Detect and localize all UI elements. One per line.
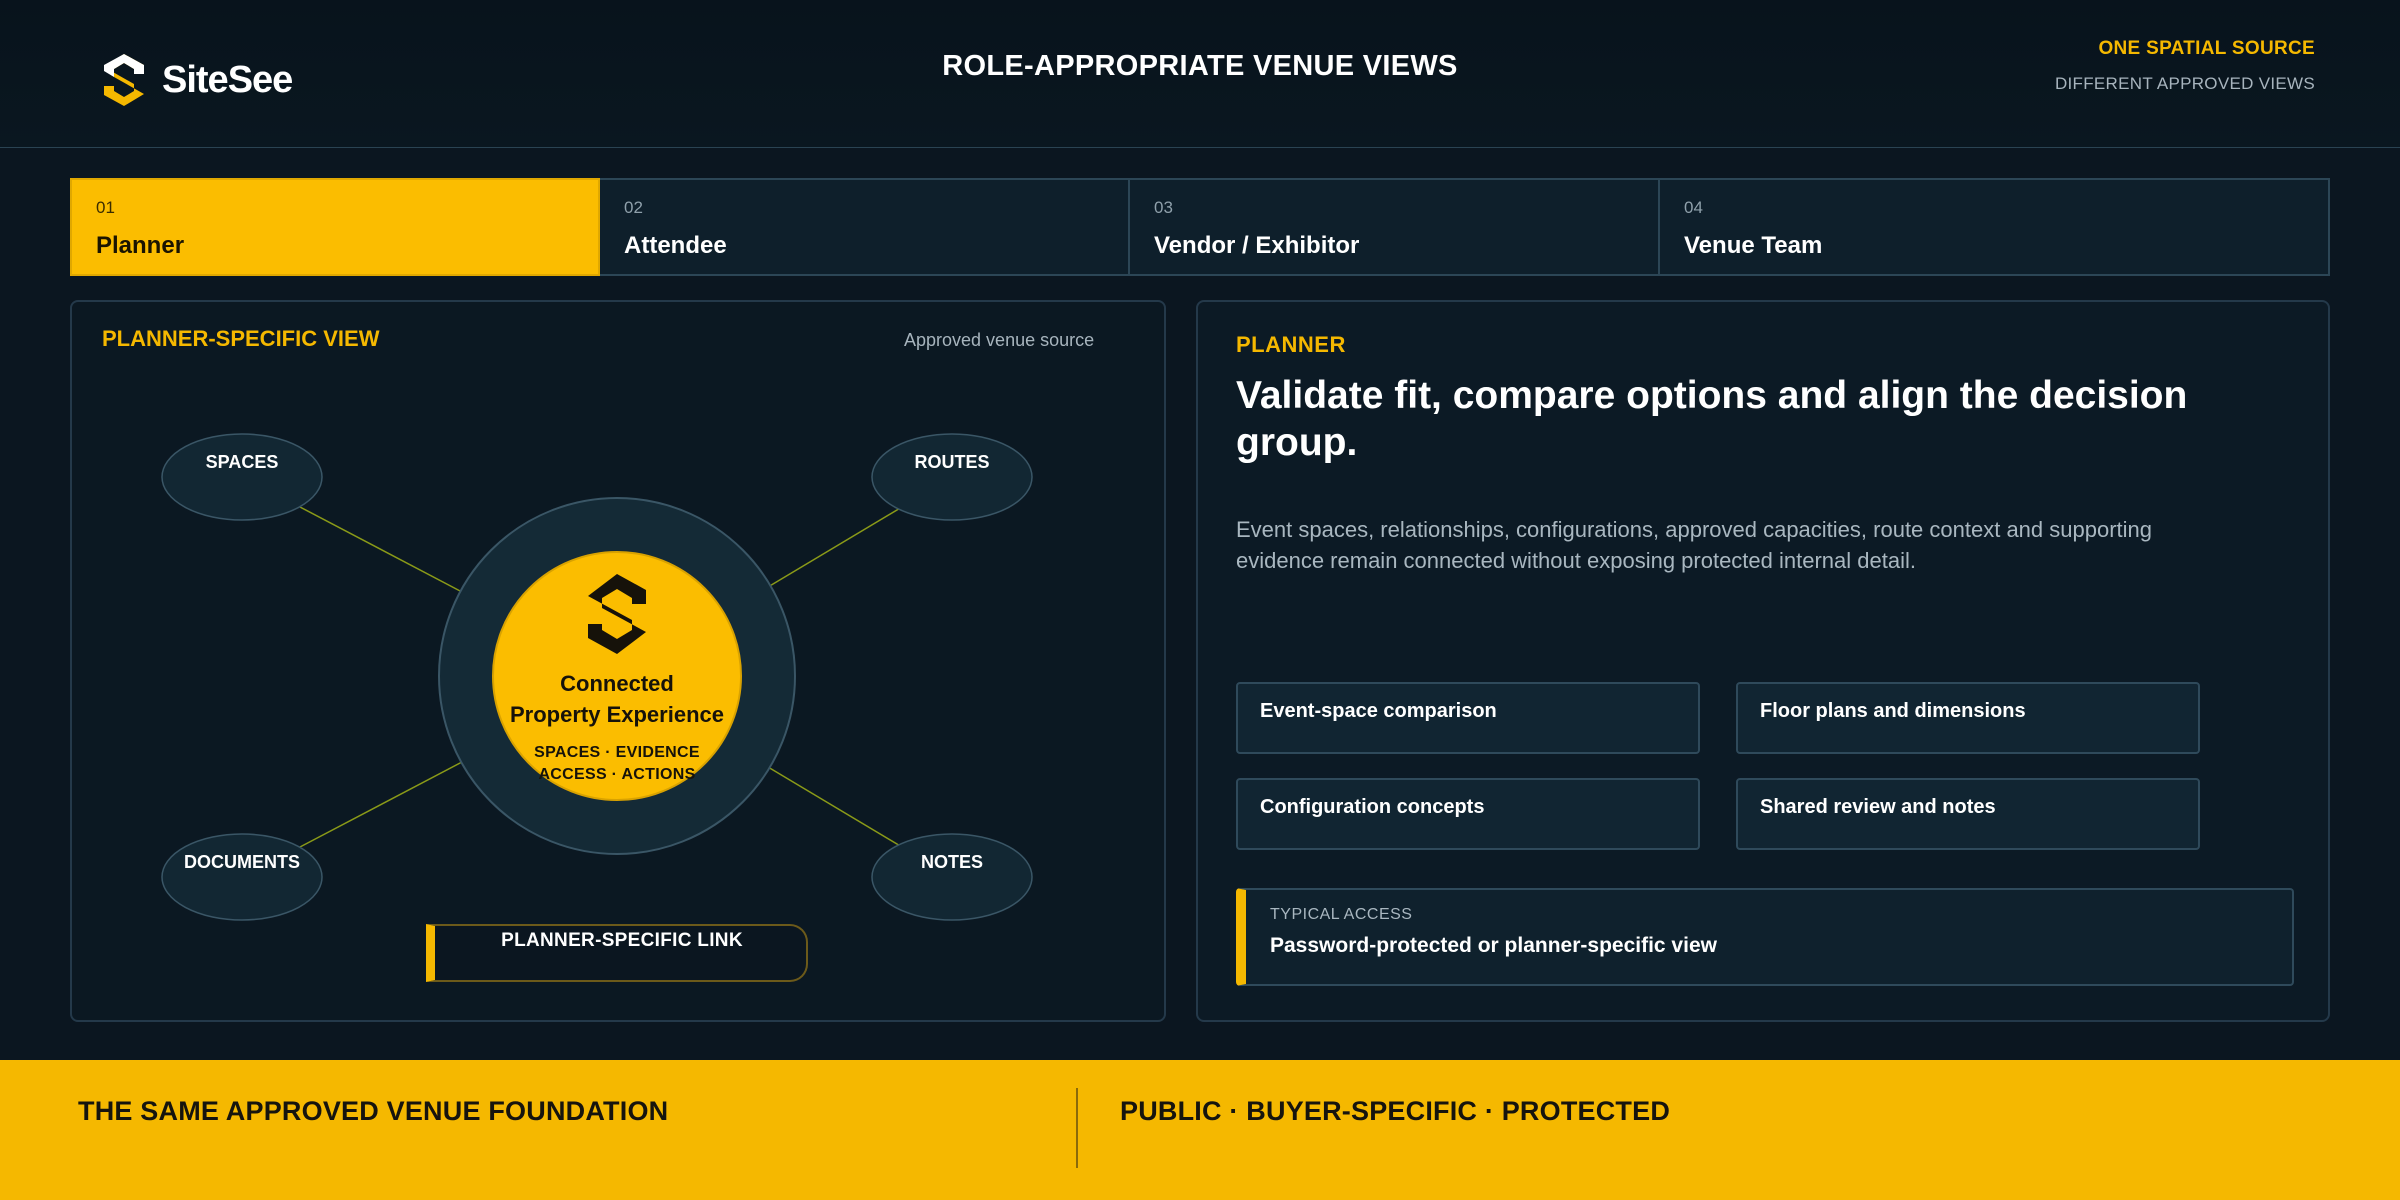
- tab-number: 03: [1154, 198, 1173, 217]
- typical-access-box: TYPICAL ACCESS Password-protected or pla…: [1236, 888, 2294, 986]
- tab-attendee[interactable]: 02 Attendee: [600, 178, 1130, 276]
- connector-spaces: [299, 506, 463, 593]
- role-detail-panel: PLANNER Validate fit, compare options an…: [1196, 300, 2330, 1022]
- node-label-spaces: SPACES: [205, 452, 279, 472]
- connector-routes: [767, 506, 903, 588]
- app-header: SiteSee ROLE-APPROPRIATE VENUE VIEWS ONE…: [0, 0, 2400, 148]
- hub-sub-line2: ACCESS · ACTIONS: [538, 766, 696, 783]
- hub-title: Connected Property Experience: [482, 668, 752, 730]
- tab-label: Venue Team: [1684, 232, 1823, 259]
- role-tabs: 01 Planner 02 Attendee 03 Vendor / Exhib…: [70, 178, 2330, 276]
- role-heading: Validate fit, compare options and align …: [1236, 374, 2188, 464]
- tab-label: Attendee: [624, 232, 727, 259]
- node-documents[interactable]: [161, 833, 323, 921]
- hub-subtitle: SPACES · EVIDENCE ACCESS · ACTIONS: [482, 742, 752, 786]
- hub-logo-icon: [588, 574, 646, 654]
- feature-card: Event-space comparison: [1236, 682, 1700, 754]
- connection-diagram: [161, 433, 1033, 921]
- tab-number: 02: [624, 198, 643, 217]
- node-routes[interactable]: [871, 433, 1033, 521]
- node-spaces[interactable]: [161, 433, 323, 521]
- tab-label: Vendor / Exhibitor: [1154, 232, 1360, 259]
- tagline-secondary: DIFFERENT APPROVED VIEWS: [2054, 74, 2315, 93]
- node-notes[interactable]: [871, 833, 1033, 921]
- page-title: ROLE-APPROPRIATE VENUE VIEWS: [942, 50, 1458, 82]
- connector-notes: [767, 766, 903, 848]
- hub-title-line1: Connected: [560, 671, 674, 696]
- planner-link-label: PLANNER-SPECIFIC LINK: [501, 930, 743, 951]
- planner-view-panel: PLANNER-SPECIFIC VIEW Approved venue sou…: [70, 300, 1166, 1022]
- connector-documents: [299, 761, 463, 848]
- hub-sub-line1: SPACES · EVIDENCE: [534, 744, 700, 761]
- header-tagline: ONE SPATIAL SOURCE DIFFERENT APPROVED VI…: [2055, 38, 2315, 94]
- footer-access-levels: PUBLIC · BUYER-SPECIFIC · PROTECTED: [1120, 1096, 1671, 1126]
- footer-banner: THE SAME APPROVED VENUE FOUNDATION PUBLI…: [0, 1060, 2400, 1200]
- tab-venue-team[interactable]: 04 Venue Team: [1660, 178, 2330, 276]
- tagline-primary: ONE SPATIAL SOURCE: [2098, 38, 2315, 59]
- tab-planner[interactable]: 01 Planner: [70, 178, 600, 276]
- tab-number: 01: [96, 198, 115, 217]
- access-label: TYPICAL ACCESS: [1270, 906, 1413, 923]
- role-description: Event spaces, relationships, configurati…: [1236, 517, 2152, 573]
- role-eyebrow: PLANNER: [1236, 332, 1346, 357]
- feature-card: Floor plans and dimensions: [1736, 682, 2200, 754]
- hub-title-line2: Property Experience: [510, 702, 724, 727]
- panel-title: PLANNER-SPECIFIC VIEW: [102, 326, 380, 351]
- node-label-notes: NOTES: [920, 852, 983, 872]
- footer-statement: THE SAME APPROVED VENUE FOUNDATION: [78, 1096, 669, 1126]
- feature-card: Configuration concepts: [1236, 778, 1700, 850]
- access-value: Password-protected or planner-specific v…: [1270, 934, 1717, 957]
- tab-label: Planner: [96, 232, 185, 259]
- footer-divider: [1076, 1088, 1078, 1168]
- tab-vendor-exhibitor[interactable]: 03 Vendor / Exhibitor: [1130, 178, 1660, 276]
- node-label-routes: ROUTES: [914, 452, 990, 472]
- tab-number: 04: [1684, 198, 1703, 217]
- planner-link-button[interactable]: PLANNER-SPECIFIC LINK: [426, 924, 808, 982]
- node-label-documents: DOCUMENTS: [184, 852, 300, 872]
- feature-card: Shared review and notes: [1736, 778, 2200, 850]
- source-label: Approved venue source: [904, 330, 1095, 350]
